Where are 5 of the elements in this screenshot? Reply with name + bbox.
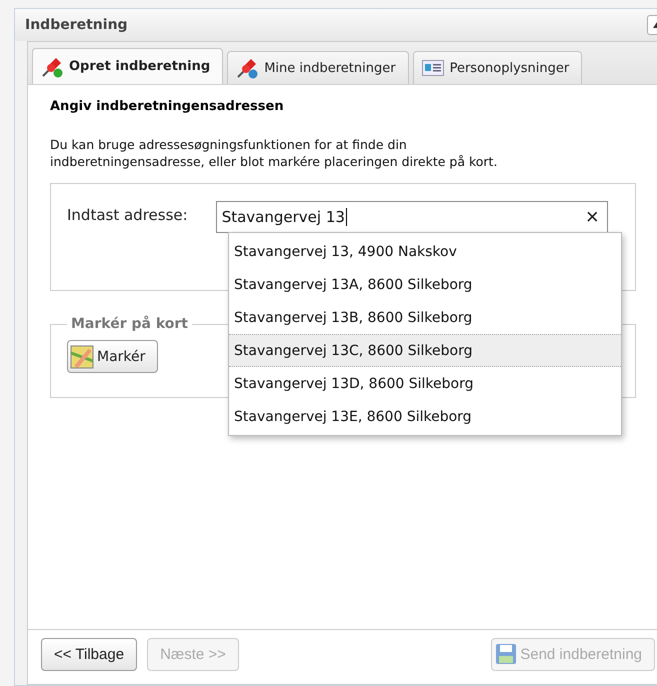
section-heading: Angiv indberetningensadressen: [50, 99, 285, 114]
description-text: Du kan bruge adressesøgningsfunktionen for at finde din indberetningensadresse, eller blot markére placeringen direkte på kort.: [50, 136, 498, 170]
window-title: Indberetning: [25, 17, 128, 33]
fieldset-legend: Markér på kort: [67, 316, 192, 332]
address-label: Indtast adresse:: [67, 206, 188, 224]
